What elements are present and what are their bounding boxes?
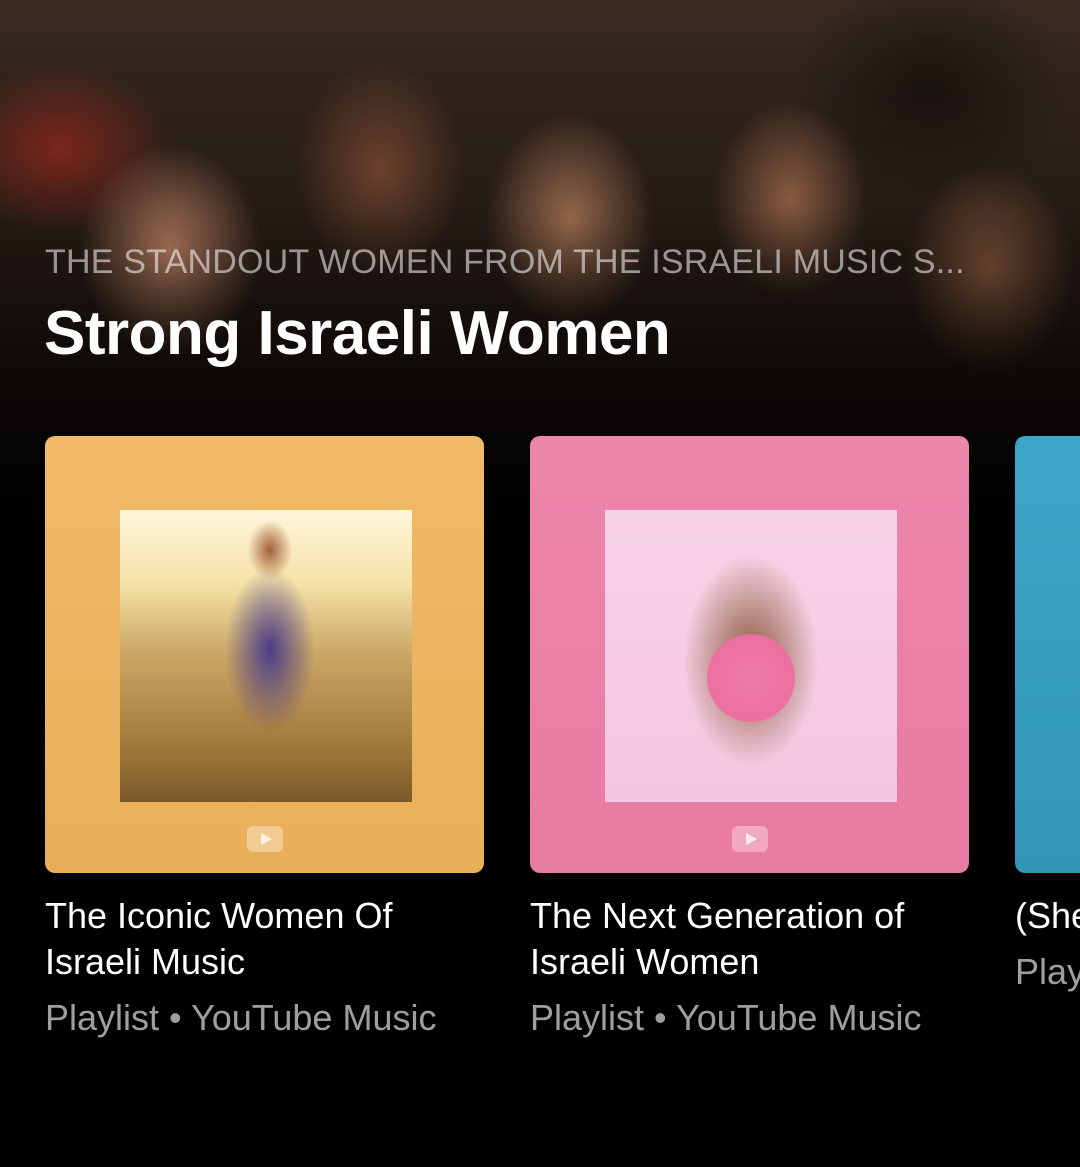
playlist-artwork[interactable] bbox=[530, 436, 969, 873]
playlist-artwork[interactable] bbox=[45, 436, 484, 873]
playlist-card-iconic-women[interactable]: The Iconic Women Of Israeli Music Playli… bbox=[45, 436, 484, 1039]
section-title: Strong Israeli Women bbox=[44, 299, 671, 368]
playlist-title[interactable]: The Next Generation of Israeli Women bbox=[530, 893, 969, 985]
section-subtitle: THE STANDOUT WOMEN FROM THE ISRAELI MUSI… bbox=[45, 243, 965, 281]
playlist-card-next-generation[interactable]: The Next Generation of Israeli Women Pla… bbox=[530, 436, 969, 1039]
playlist-meta: Playlist • YouTube Music bbox=[45, 997, 437, 1038]
playlist-title[interactable]: (She bbox=[1015, 893, 1080, 939]
artwork-photo-bubblegum bbox=[605, 510, 897, 802]
youtube-play-icon bbox=[732, 826, 768, 852]
youtube-play-icon bbox=[247, 826, 283, 852]
playlist-artwork[interactable] bbox=[1015, 436, 1080, 873]
playlist-meta: Play bbox=[1015, 951, 1080, 992]
playlist-card-partial[interactable]: (She Play bbox=[1015, 436, 1080, 993]
artwork-photo-field bbox=[120, 510, 412, 802]
playlist-meta: Playlist • YouTube Music bbox=[530, 997, 922, 1038]
playlist-title[interactable]: The Iconic Women Of Israeli Music bbox=[45, 893, 484, 985]
